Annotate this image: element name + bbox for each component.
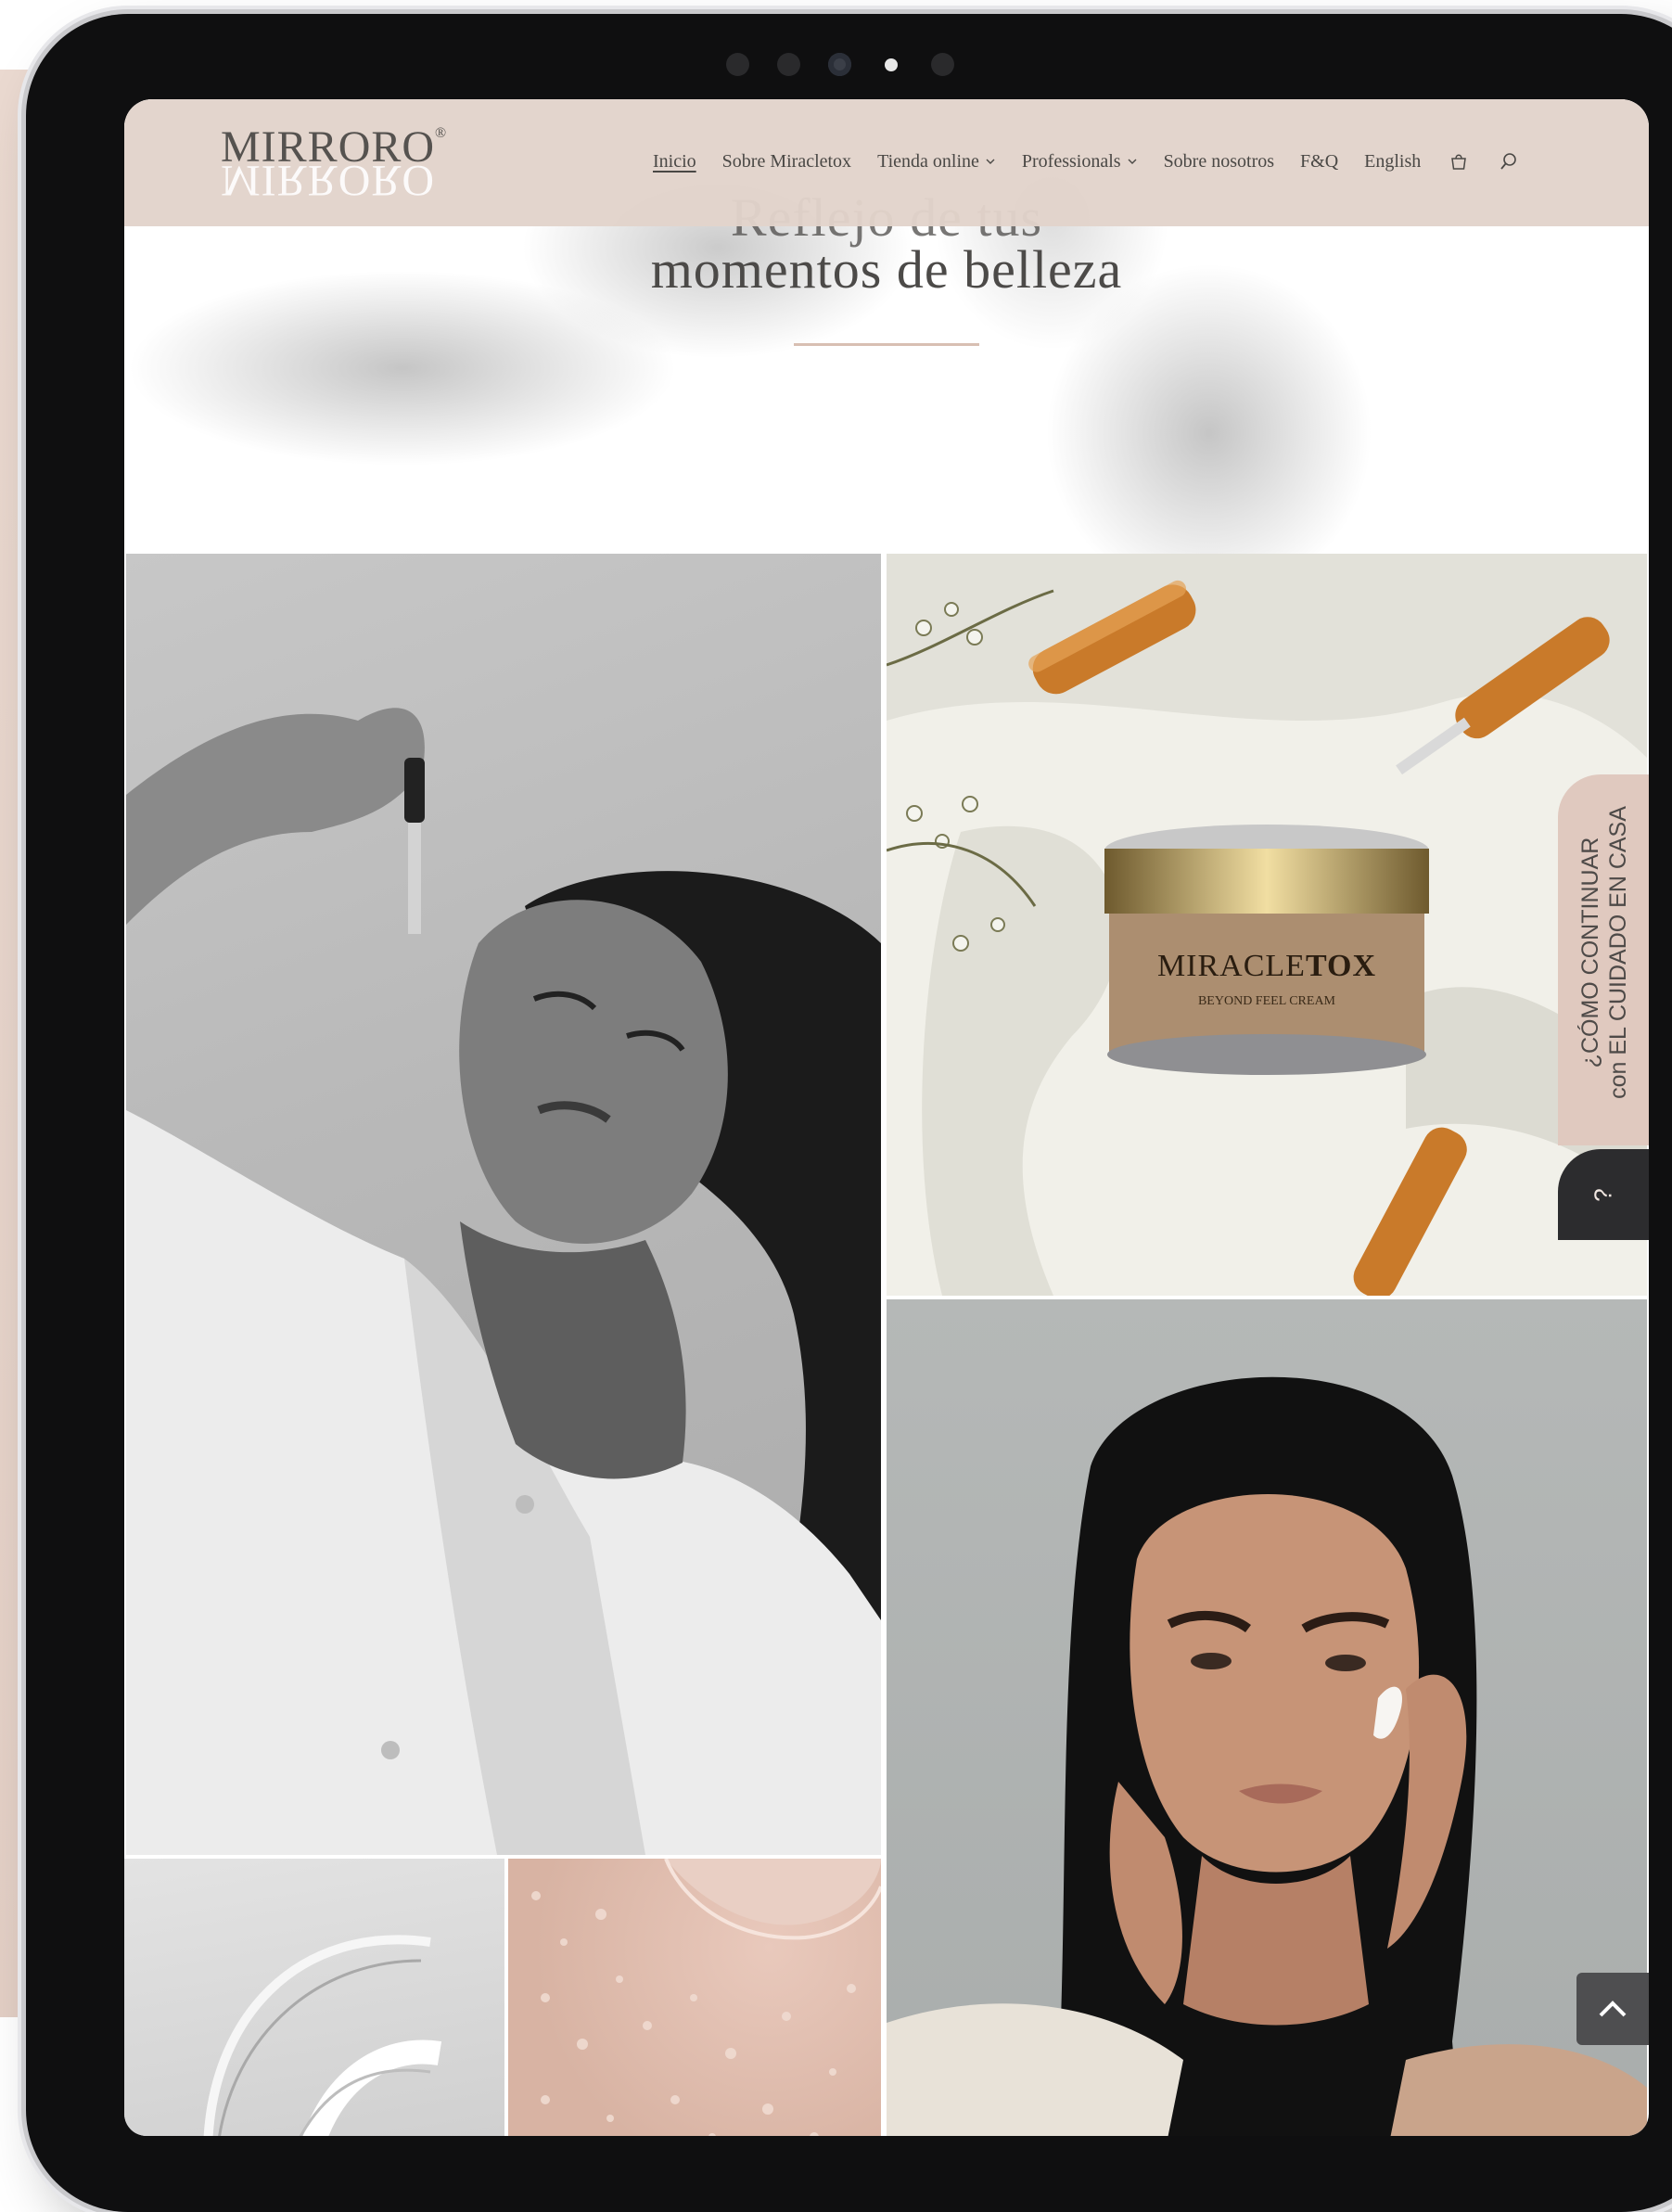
hero-divider <box>794 343 979 346</box>
nav-item-english[interactable]: English <box>1364 151 1421 173</box>
jar-label-bold: TOX <box>1306 949 1376 983</box>
nav-item-tienda-online[interactable]: Tienda online <box>877 151 996 173</box>
photo-miracletox-jar: MIRACLETOX BEYOND FEEL CREAM <box>887 554 1647 1296</box>
home-care-line1: ¿CÓMO CONTINUAR <box>1577 837 1603 1068</box>
nav-label: Sobre Miracletox <box>721 150 852 172</box>
nav-label: English <box>1364 150 1422 172</box>
nav-label: F&Q <box>1300 150 1339 172</box>
camera-icon <box>828 53 851 76</box>
photo-woman-cream <box>887 1299 1647 2136</box>
sensor-dot <box>726 53 749 76</box>
jar-flatlay-illustration: MIRACLETOX BEYOND FEEL CREAM <box>887 580 1647 1296</box>
home-care-line2: con EL CUIDADO EN CASA <box>1605 806 1631 1099</box>
browser-screen: Reflejo de tus momentos de belleza MIRRO… <box>124 99 1649 2136</box>
sensor-dot <box>931 53 954 76</box>
nav-item-professionals[interactable]: Professionals <box>1022 151 1138 173</box>
nav-label: Professionals <box>1021 150 1121 172</box>
search-button[interactable] <box>1497 149 1521 173</box>
woman-dropper-illustration <box>126 708 881 1855</box>
shopping-bag-icon <box>1451 154 1467 170</box>
site-logo[interactable]: MIRRORO® MIRRORO <box>221 121 448 205</box>
nav-item-sobre-nosotros[interactable]: Sobre nosotros <box>1164 151 1274 173</box>
nav-label: Inicio <box>653 150 696 172</box>
nav-label: Sobre nosotros <box>1163 150 1275 172</box>
hero-title-line2: momentos de belleza <box>650 239 1123 300</box>
indicator-light <box>885 58 898 71</box>
site-header: MIRRORO® MIRRORO Inicio Sobre Miracletox… <box>124 99 1649 226</box>
main-nav: Inicio Sobre Miracletox Tienda online Pr… <box>653 149 1521 173</box>
home-care-tab-label: ¿CÓMO CONTINUAR con EL CUIDADO EN CASA <box>1576 804 1632 1101</box>
photo-woman-dropper <box>126 554 881 1855</box>
sensor-dot <box>777 53 800 76</box>
chevron-down-icon <box>1128 159 1137 164</box>
chevron-down-icon <box>986 159 995 164</box>
svg-text:MIRACLETOX: MIRACLETOX <box>1157 949 1376 983</box>
camera-bar <box>726 53 954 76</box>
glass-cream-illustration <box>203 1935 442 2136</box>
photo-water-droplets <box>508 1859 881 2136</box>
logo-reflection: MIRRORO <box>221 156 436 205</box>
question-mark-icon: ? <box>1589 1187 1617 1202</box>
jar-sublabel: BEYOND FEEL CREAM <box>1198 994 1336 1008</box>
help-button[interactable]: ? <box>1558 1149 1649 1240</box>
nav-item-inicio[interactable]: Inicio <box>653 151 696 173</box>
photo-glass-cream <box>124 1859 504 2136</box>
woman-cream-illustration <box>887 1376 1647 2136</box>
scroll-to-top-button[interactable] <box>1576 1973 1649 2045</box>
nav-item-fq[interactable]: F&Q <box>1300 151 1338 173</box>
cart-button[interactable] <box>1447 149 1471 173</box>
tablet-frame: Reflejo de tus momentos de belleza MIRRO… <box>26 14 1672 2212</box>
jar-label-light: MIRACLE <box>1157 949 1306 983</box>
nav-label: Tienda online <box>877 150 979 172</box>
droplets-illustration <box>531 1859 881 2136</box>
chevron-up-icon <box>1599 2001 1627 2017</box>
nav-item-sobre-miracletox[interactable]: Sobre Miracletox <box>722 151 851 173</box>
search-icon <box>1500 153 1517 170</box>
registered-mark: ® <box>435 125 448 141</box>
